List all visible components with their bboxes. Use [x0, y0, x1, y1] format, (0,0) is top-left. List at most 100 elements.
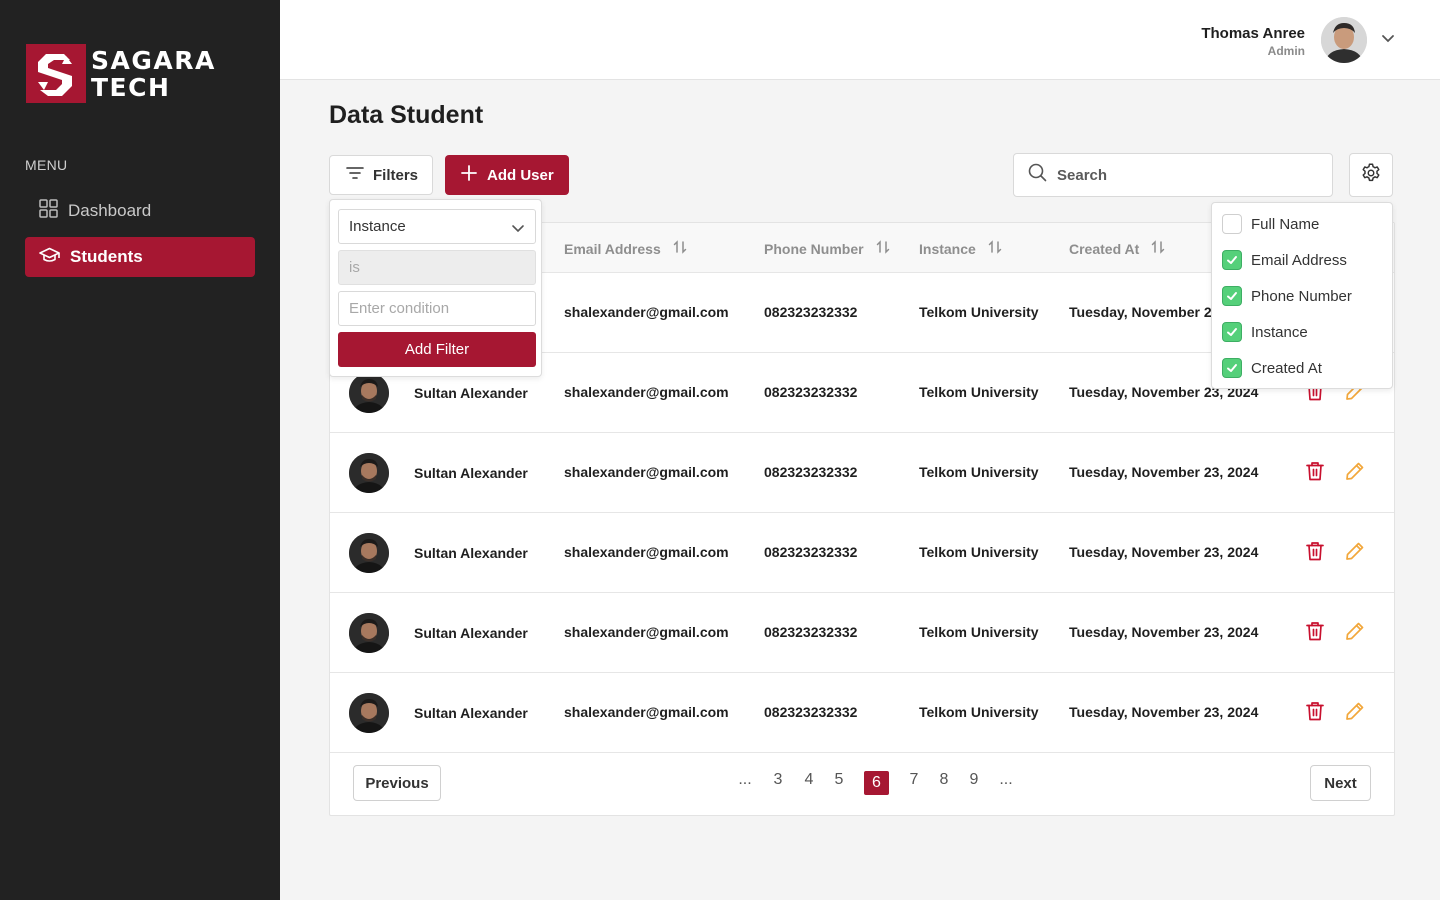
cell-instance: Telkom University [919, 624, 1039, 640]
user-avatar[interactable] [1321, 17, 1367, 63]
column-header-phone[interactable]: Phone Number [764, 240, 890, 257]
grid-icon [39, 199, 58, 223]
sort-arrows-icon [988, 240, 1002, 257]
sidebar: SAGARA TECH MENU Dashboard Students [0, 0, 280, 900]
filter-popup: Instance is Add Filter [329, 199, 542, 377]
sidebar-item-label: Students [70, 247, 143, 266]
filters-button[interactable]: Filters [329, 155, 433, 195]
page-7[interactable]: 7 [903, 771, 925, 789]
table-row: Sultan Alexander shalexander@gmail.com 082… [330, 593, 1394, 673]
cell-full-name: Sultan Alexander [414, 705, 528, 721]
pencil-icon[interactable] [1345, 701, 1365, 726]
cell-instance: Telkom University [919, 544, 1039, 560]
sidebar-item-label: Dashboard [68, 201, 152, 220]
column-header-instance[interactable]: Instance [919, 240, 1002, 257]
student-avatar [349, 453, 389, 493]
graduation-cap-icon [39, 247, 60, 268]
column-toggle-item[interactable]: Full Name [1222, 214, 1319, 234]
plus-icon [461, 165, 477, 185]
table-row: Sultan Alexander shalexander@gmail.com 082… [330, 513, 1394, 593]
filter-field-select[interactable]: Instance [338, 209, 536, 244]
top-header: Thomas Anree Admin [280, 0, 1440, 80]
cell-phone: 082323232332 [764, 624, 858, 640]
add-user-label: Add User [487, 166, 554, 184]
sort-arrows-icon [876, 240, 890, 257]
pencil-icon[interactable] [1345, 621, 1365, 646]
column-settings-button[interactable] [1349, 153, 1393, 197]
cell-full-name: Sultan Alexander [414, 625, 528, 641]
search-box[interactable] [1013, 153, 1333, 197]
trash-icon[interactable] [1306, 541, 1324, 566]
search-input[interactable] [1057, 166, 1317, 184]
cell-phone: 082323232332 [764, 544, 858, 560]
column-header-label: Instance [919, 240, 976, 257]
column-header-label: Created At [1069, 240, 1140, 257]
column-toggle-item[interactable]: Email Address [1222, 250, 1347, 270]
add-user-button[interactable]: Add User [445, 155, 569, 195]
cell-created-at: Tuesday, November 23, 2024 [1069, 624, 1259, 640]
add-filter-button[interactable]: Add Filter [338, 332, 536, 367]
cell-phone: 082323232332 [764, 304, 858, 320]
column-toggle-item[interactable]: Created At [1222, 358, 1322, 378]
filter-condition-input[interactable] [339, 292, 535, 325]
column-toggle-label: Instance [1251, 323, 1308, 341]
column-toggle-item[interactable]: Instance [1222, 322, 1308, 342]
chevron-down-icon [511, 221, 525, 239]
checkbox[interactable] [1222, 358, 1242, 378]
cell-full-name: Sultan Alexander [414, 465, 528, 481]
user-role: Admin [1267, 44, 1305, 58]
page-ellipsis: ... [738, 771, 752, 788]
sort-arrows-icon [673, 240, 687, 257]
previous-button[interactable]: Previous [353, 765, 441, 801]
column-toggle-label: Created At [1251, 359, 1322, 377]
filter-operator-field: is [338, 250, 536, 285]
cell-created-at: Tuesday, November 23, 2024 [1069, 544, 1259, 560]
checkbox[interactable] [1222, 286, 1242, 306]
cell-email: shalexander@gmail.com [564, 704, 729, 720]
filter-field-value: Instance [349, 218, 406, 235]
trash-icon[interactable] [1306, 621, 1324, 646]
menu-title: MENU [25, 157, 68, 173]
trash-icon[interactable] [1306, 701, 1324, 726]
brand-line-2: TECH [91, 72, 171, 102]
pencil-icon[interactable] [1345, 461, 1365, 486]
cell-phone: 082323232332 [764, 384, 858, 400]
page-6-current[interactable]: 6 [864, 771, 889, 795]
page-9[interactable]: 9 [963, 771, 985, 789]
column-toggle-label: Email Address [1251, 251, 1347, 269]
page-ellipsis: ... [999, 771, 1013, 788]
search-icon [1028, 163, 1047, 187]
brand-logo[interactable]: SAGARA TECH [26, 44, 216, 103]
sort-arrows-icon [1151, 240, 1165, 257]
trash-icon[interactable] [1306, 461, 1324, 486]
page-8[interactable]: 8 [933, 771, 955, 789]
cell-instance: Telkom University [919, 704, 1039, 720]
page-5[interactable]: 5 [828, 771, 850, 789]
cell-phone: 082323232332 [764, 464, 858, 480]
filter-condition-field[interactable] [338, 291, 536, 326]
pencil-icon[interactable] [1345, 541, 1365, 566]
cell-instance: Telkom University [919, 304, 1039, 320]
column-toggle-item[interactable]: Phone Number [1222, 286, 1352, 306]
cell-instance: Telkom University [919, 464, 1039, 480]
column-toggle-label: Full Name [1251, 215, 1320, 233]
cell-full-name: Sultan Alexander [414, 385, 528, 401]
user-name: Thomas Anree [1201, 25, 1305, 42]
next-button[interactable]: Next [1310, 765, 1371, 801]
student-avatar [349, 613, 389, 653]
chevron-down-icon[interactable] [1380, 30, 1396, 51]
page-4[interactable]: 4 [798, 771, 820, 789]
checkbox[interactable] [1222, 322, 1242, 342]
cell-email: shalexander@gmail.com [564, 304, 729, 320]
cell-email: shalexander@gmail.com [564, 544, 729, 560]
checkbox[interactable] [1222, 250, 1242, 270]
sidebar-item-students[interactable]: Students [25, 237, 255, 277]
cell-email: shalexander@gmail.com [564, 464, 729, 480]
checkbox[interactable] [1222, 214, 1242, 234]
table-row: Sultan Alexander shalexander@gmail.com 082… [330, 673, 1394, 753]
column-header-email[interactable]: Email Address [564, 240, 687, 257]
cell-created-at: Tuesday, November 23, 2024 [1069, 464, 1259, 480]
page-3[interactable]: 3 [767, 771, 789, 789]
column-header-created-at[interactable]: Created At [1069, 240, 1165, 257]
sidebar-item-dashboard[interactable]: Dashboard [25, 191, 255, 231]
